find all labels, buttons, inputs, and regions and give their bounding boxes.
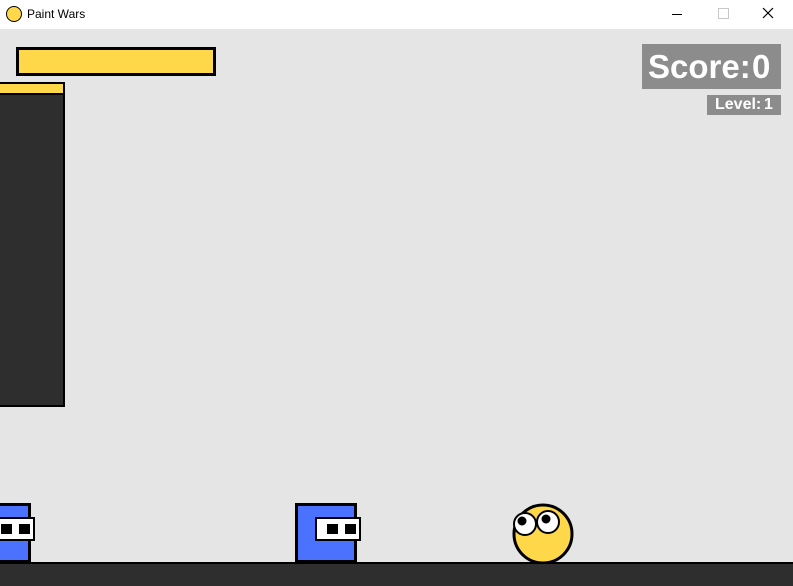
level-label: Level:	[715, 96, 762, 113]
title-bar[interactable]: Paint Wars	[0, 0, 793, 29]
maximize-button[interactable]	[700, 0, 746, 29]
yellow-ball-player	[512, 503, 574, 564]
enemy-eyes	[0, 517, 35, 541]
minimize-icon	[672, 14, 682, 15]
close-button[interactable]	[746, 0, 792, 29]
paint-coating	[0, 84, 63, 95]
enemy-pupil	[19, 524, 30, 534]
window-title: Paint Wars	[27, 7, 86, 21]
player-pupil-right	[541, 514, 551, 524]
close-icon	[762, 7, 774, 19]
blue-enemy	[0, 503, 35, 563]
score-value: 0	[752, 48, 771, 85]
ground-floor	[0, 562, 793, 586]
blue-enemy	[295, 503, 361, 563]
score-label: Score:	[648, 48, 751, 85]
game-canvas[interactable]: Score: 0 Level: 1	[0, 29, 793, 586]
dark-pillar-platform	[0, 82, 65, 407]
level-value: 1	[764, 96, 773, 113]
player-pupil-left	[517, 516, 527, 526]
minimize-button[interactable]	[654, 0, 700, 29]
paint-meter	[16, 47, 216, 76]
enemy-pupil	[327, 524, 338, 534]
yellow-circle-icon	[6, 6, 22, 22]
maximize-icon	[718, 8, 729, 19]
enemy-eyes	[315, 517, 361, 541]
level-display: Level: 1	[707, 95, 781, 115]
enemy-pupil	[1, 524, 12, 534]
score-display: Score: 0	[642, 44, 781, 89]
enemy-pupil	[345, 524, 356, 534]
game-window: Paint Wars Score: 0 Level: 1	[0, 0, 793, 586]
